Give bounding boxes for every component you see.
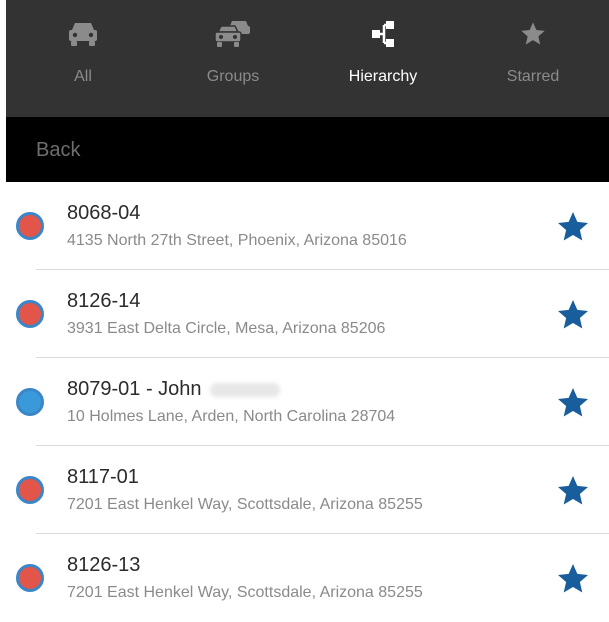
cars-group-icon bbox=[214, 21, 250, 47]
status-dot bbox=[16, 388, 44, 416]
tab-starred-label: Starred bbox=[506, 68, 560, 85]
tab-hierarchy[interactable]: Hierarchy bbox=[308, 0, 458, 117]
redacted-name bbox=[209, 382, 280, 397]
navigation-bar: Back bbox=[6, 117, 609, 182]
star-icon[interactable] bbox=[555, 473, 591, 509]
star-icon[interactable] bbox=[555, 297, 591, 333]
tab-starred[interactable]: Starred bbox=[458, 0, 608, 117]
item-title: 8068-04 bbox=[67, 202, 141, 224]
item-title: 8126-14 bbox=[67, 290, 141, 312]
tab-groups[interactable]: Groups bbox=[158, 0, 308, 117]
list-item[interactable]: 8126-13 7201 East Henkel Way, Scottsdale… bbox=[0, 534, 609, 622]
list-item[interactable]: 8117-01 7201 East Henkel Way, Scottsdale… bbox=[0, 446, 609, 534]
star-icon bbox=[521, 22, 545, 45]
star-icon[interactable] bbox=[555, 209, 591, 245]
tab-groups-label: Groups bbox=[206, 68, 260, 85]
list-item[interactable]: 8079-01 - John 10 Holmes Lane, Arden, No… bbox=[0, 358, 609, 446]
status-dot bbox=[16, 476, 44, 504]
tab-all[interactable]: All bbox=[8, 0, 158, 117]
item-address: 4135 North 27th Street, Phoenix, Arizona… bbox=[67, 232, 407, 249]
item-address: 3931 East Delta Circle, Mesa, Arizona 85… bbox=[67, 320, 386, 337]
list-item[interactable]: 8068-04 4135 North 27th Street, Phoenix,… bbox=[0, 182, 609, 270]
app-screen: All Groups Hierarchy Starred Back 8068-0… bbox=[0, 0, 609, 621]
star-icon[interactable] bbox=[555, 561, 591, 597]
hierarchy-icon bbox=[372, 21, 394, 47]
tab-bar: All Groups Hierarchy Starred bbox=[6, 0, 609, 117]
item-address: 7201 East Henkel Way, Scottsdale, Arizon… bbox=[67, 584, 423, 601]
status-dot bbox=[16, 564, 44, 592]
item-address: 7201 East Henkel Way, Scottsdale, Arizon… bbox=[67, 496, 423, 513]
item-title: 8126-13 bbox=[67, 554, 141, 576]
item-address: 10 Holmes Lane, Arden, North Carolina 28… bbox=[67, 408, 396, 425]
item-title: 8079-01 - John bbox=[67, 378, 280, 401]
back-button[interactable]: Back bbox=[36, 139, 80, 162]
item-title: 8117-01 bbox=[67, 466, 139, 488]
star-icon[interactable] bbox=[555, 385, 591, 421]
tab-all-label: All bbox=[74, 68, 92, 85]
status-dot bbox=[16, 212, 44, 240]
item-title-text: 8079-01 - John bbox=[67, 378, 202, 400]
tab-hierarchy-label: Hierarchy bbox=[348, 68, 418, 85]
car-icon bbox=[69, 23, 97, 46]
list-item[interactable]: 8126-14 3931 East Delta Circle, Mesa, Ar… bbox=[0, 270, 609, 358]
status-dot bbox=[16, 300, 44, 328]
